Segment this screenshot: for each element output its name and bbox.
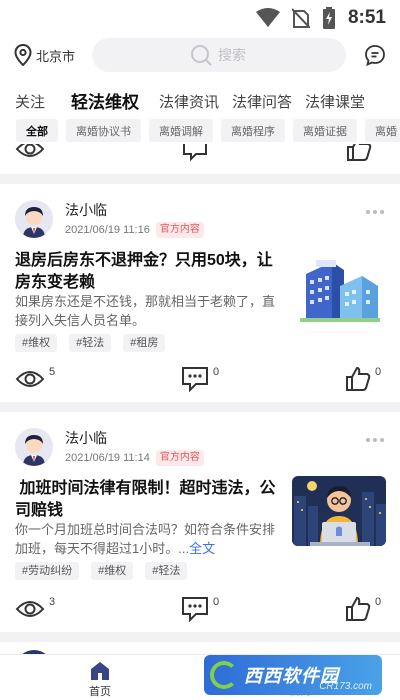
- post-thumbnail[interactable]: [300, 256, 380, 322]
- tag[interactable]: #轻法: [145, 562, 188, 580]
- post-author-row: 法小临 2021/06/19 11:16 官方内容: [15, 200, 204, 238]
- site-watermark: 西西软件园 CR173.com: [204, 655, 382, 695]
- author-name[interactable]: 法小临: [65, 200, 204, 220]
- view-icon: [15, 601, 45, 617]
- likes-action[interactable]: 0: [345, 596, 381, 622]
- comment-icon: [182, 597, 208, 622]
- avatar[interactable]: [15, 200, 53, 238]
- comment-icon[interactable]: [182, 144, 208, 162]
- post-thumbnail[interactable]: [292, 476, 386, 546]
- post-feed[interactable]: 法小临 2021/06/19 11:16 官方内容 退房后房东不退押金？只用50…: [0, 144, 400, 654]
- view-icon: [15, 371, 45, 387]
- tab-light-law-rights[interactable]: 轻法维权: [71, 92, 148, 114]
- likes-action[interactable]: 0: [345, 366, 381, 392]
- location-label: 北京市: [36, 48, 76, 64]
- wifi-icon: [255, 8, 280, 27]
- post-summary[interactable]: 如果房东还是不还钱，那就相当于老赖了，直接列入失信人员名单。: [15, 292, 283, 330]
- like-icon[interactable]: [346, 144, 372, 162]
- location-selector[interactable]: 北京市: [14, 44, 75, 66]
- like-icon: [346, 366, 371, 391]
- tag[interactable]: #租房: [123, 334, 166, 352]
- post-tags: #维权 #轻法 #租房: [15, 334, 166, 352]
- chip-divorce-more[interactable]: 离婚: [365, 119, 400, 142]
- read-full-link[interactable]: 全文: [189, 541, 215, 556]
- more-options-icon[interactable]: [366, 438, 384, 442]
- status-bar: 8:51: [0, 0, 400, 36]
- post-actions: 3 0 0: [0, 594, 400, 630]
- watermark-subtext: CR173.com: [319, 681, 372, 692]
- official-badge: 官方内容: [155, 222, 204, 238]
- tag[interactable]: #轻法: [69, 334, 112, 352]
- post-card[interactable]: 法小临 2021/06/19 11:16 官方内容 退房后房东不退押金？只用50…: [0, 184, 400, 402]
- top-header: 北京市 搜索: [0, 38, 400, 74]
- tab-legal-qa[interactable]: 法律问答: [232, 92, 292, 114]
- chip-divorce-evidence[interactable]: 离婚证据: [293, 119, 357, 142]
- tag[interactable]: #维权: [15, 334, 58, 352]
- status-time: 8:51: [347, 7, 386, 28]
- like-icon: [346, 596, 371, 621]
- post-title[interactable]: 退房后房东不退押金？只用50块，让房东变老赖: [15, 250, 283, 294]
- chip-divorce-procedure[interactable]: 离婚程序: [221, 119, 285, 142]
- avatar-image: [15, 200, 53, 238]
- watermark-logo-icon: [210, 661, 238, 689]
- chip-divorce-agreement[interactable]: 离婚协议书: [66, 119, 141, 142]
- post-date: 2021/06/19 11:16: [65, 224, 150, 236]
- like-count: 0: [375, 596, 382, 608]
- location-pin-icon: [14, 44, 32, 66]
- battery-charging-icon: [322, 7, 335, 29]
- avatar-image: [15, 428, 53, 466]
- tab-follow[interactable]: 关注: [15, 92, 45, 114]
- category-tabs: 关注 轻法维权 法律资讯 法律问答 法律课堂: [0, 86, 400, 114]
- comments-action[interactable]: 0: [181, 596, 219, 622]
- no-sim-icon: [291, 8, 310, 28]
- message-icon[interactable]: [364, 44, 386, 66]
- next-post-card[interactable]: [0, 642, 400, 654]
- home-icon: [91, 662, 109, 680]
- view-count: 5: [49, 366, 56, 378]
- official-badge: 官方内容: [155, 450, 204, 466]
- search-bar[interactable]: 搜索: [92, 38, 346, 72]
- comment-icon: [182, 367, 208, 392]
- more-options-icon[interactable]: [366, 210, 384, 214]
- chip-divorce-mediation[interactable]: 离婚调解: [149, 119, 213, 142]
- tag[interactable]: #维权: [91, 562, 134, 580]
- tab-legal-class[interactable]: 法律课堂: [305, 92, 365, 114]
- post-date: 2021/06/19 11:14: [65, 452, 150, 464]
- nav-home[interactable]: 首页: [84, 661, 116, 699]
- sub-category-chips: 全部 离婚协议书 离婚调解 离婚程序 离婚证据 离婚: [0, 119, 400, 143]
- previous-post-card[interactable]: [0, 144, 400, 174]
- post-tags: #劳动纠纷 #维权 #轻法: [15, 562, 188, 580]
- tag[interactable]: #劳动纠纷: [15, 562, 80, 580]
- post-author-row: 法小临 2021/06/19 11:14 官方内容: [15, 428, 204, 466]
- chip-all[interactable]: 全部: [16, 119, 58, 142]
- post-title[interactable]: 加班时间法律有限制！超时违法，公司赔钱: [15, 478, 283, 522]
- views-action[interactable]: 5: [15, 366, 55, 392]
- overtime-worker-illustration: [292, 476, 386, 546]
- comment-count: 0: [213, 596, 220, 608]
- search-placeholder: 搜索: [218, 47, 246, 63]
- post-summary-text: 你一个月加班总时间合法吗？如符合条件安排加班，每天不得超过1小时。...: [15, 522, 276, 556]
- post-summary[interactable]: 你一个月加班总时间合法吗？如符合条件安排加班，每天不得超过1小时。...全文: [15, 520, 277, 558]
- like-count: 0: [375, 366, 382, 378]
- nav-home-label: 首页: [89, 686, 111, 698]
- post-card[interactable]: 法小临 2021/06/19 11:14 官方内容 加班时间法律有限制！超时违法…: [0, 412, 400, 632]
- post-actions: 5 0 0: [0, 364, 400, 400]
- comment-count: 0: [213, 366, 220, 378]
- building-illustration: [300, 256, 380, 322]
- tab-legal-news[interactable]: 法律资讯: [159, 92, 219, 114]
- view-icon[interactable]: [15, 144, 45, 162]
- search-icon: [191, 45, 212, 66]
- comments-action[interactable]: 0: [181, 366, 219, 392]
- author-name[interactable]: 法小临: [65, 428, 204, 448]
- avatar[interactable]: [15, 428, 53, 466]
- views-action[interactable]: 3: [15, 596, 55, 622]
- view-count: 3: [49, 596, 56, 608]
